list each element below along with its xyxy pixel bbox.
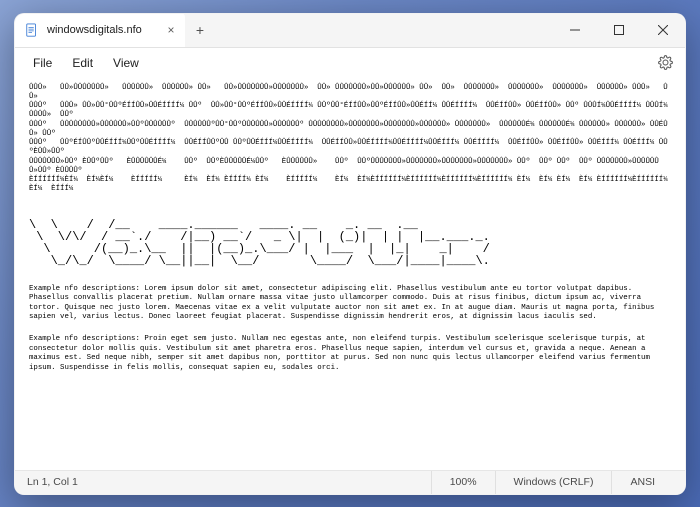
tab-title: windowsdigitals.nfo [47,24,155,36]
app-window: windowsdigitals.nfo × + File Edit View [14,13,686,495]
tab-close-button[interactable]: × [163,22,179,38]
status-position[interactable]: Ln 1, Col 1 [27,476,431,488]
text-content[interactable]: ÛÛÛ» ÛÛ»ÛÛÛÛÛÛÛ» ÛÛÛÛÛÛ» ÛÛÛÛÛÛ» ÛÛ» ÛÛ»… [15,78,685,470]
statusbar: Ln 1, Col 1 100% Windows (CRLF) ANSI [15,470,685,494]
status-line-ending[interactable]: Windows (CRLF) [495,471,612,494]
menu-file[interactable]: File [23,52,62,74]
minimize-button[interactable] [553,13,597,47]
close-icon [658,25,668,35]
nfo-header-block: ÛÛÛ» ÛÛ»ÛÛÛÛÛÛÛ» ÛÛÛÛÛÛ» ÛÛÛÛÛÛ» ÛÛ» ÛÛ»… [29,84,671,195]
new-tab-button[interactable]: + [185,15,215,45]
file-tab[interactable]: windowsdigitals.nfo × [15,13,185,47]
paragraph-1: Example nfo descriptions: Lorem ipsum do… [29,285,671,324]
minimize-icon [570,25,580,35]
gear-icon [658,55,673,70]
close-button[interactable] [641,13,685,47]
status-zoom[interactable]: 100% [431,471,495,494]
settings-button[interactable] [653,51,677,75]
status-encoding[interactable]: ANSI [611,471,673,494]
paragraph-2: Example nfo descriptions: Proin eget sem… [29,335,671,374]
file-icon [25,23,39,37]
menubar: File Edit View [15,48,685,78]
maximize-button[interactable] [597,13,641,47]
ascii-art-block: \ \ / /__ ____.______ ____. __ _. __ .__… [29,219,671,267]
maximize-icon [614,25,624,35]
menu-view[interactable]: View [103,52,149,74]
window-controls [553,13,685,47]
titlebar: windowsdigitals.nfo × + [15,14,685,48]
menu-edit[interactable]: Edit [62,52,103,74]
